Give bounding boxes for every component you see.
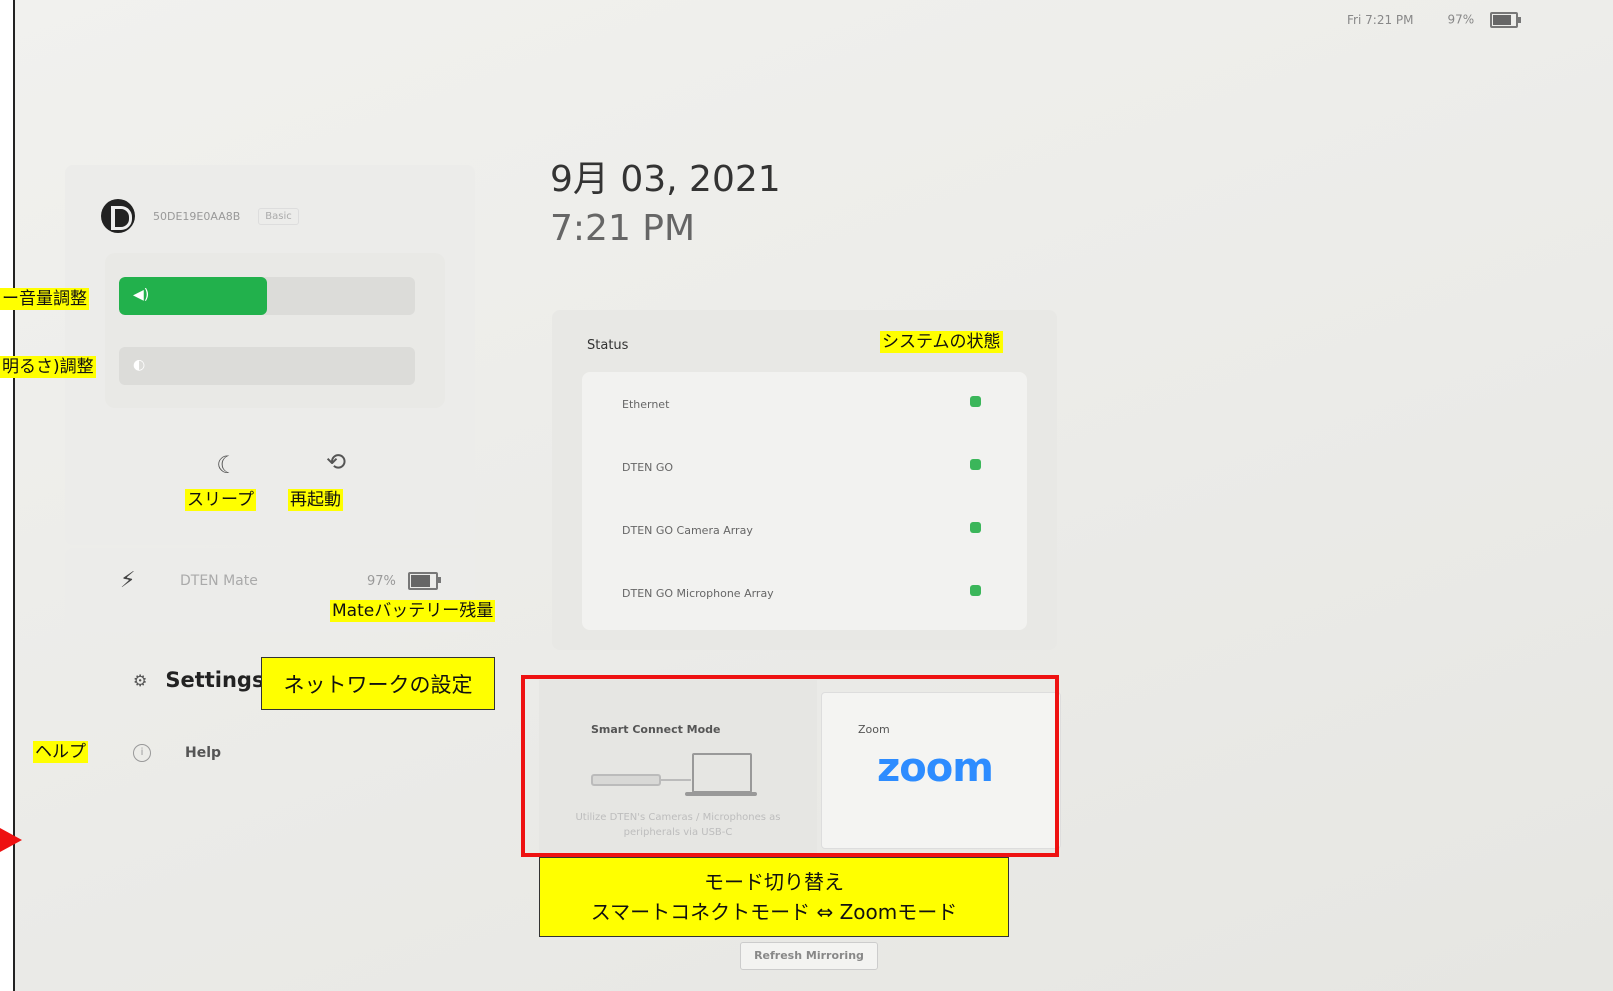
sleep-button[interactable]: ☾ bbox=[202, 440, 252, 490]
settings-label: Settings bbox=[165, 668, 265, 692]
status-indicator-dot bbox=[970, 396, 981, 407]
help-menu-item[interactable]: i Help bbox=[133, 744, 221, 762]
annotation-mode-switch: モード切り替え スマートコネクトモード ⇔ Zoomモード bbox=[539, 857, 1009, 937]
mate-name: DTEN Mate bbox=[180, 573, 258, 589]
mode-highlight-box bbox=[521, 675, 1059, 857]
status-indicator-dot bbox=[970, 459, 981, 470]
device-info: 50DE19E0AA8B Basic bbox=[101, 199, 299, 233]
annotation-help: ヘルプ bbox=[33, 741, 88, 763]
slider-group: ◀) ◐ bbox=[105, 253, 445, 408]
brightness-slider[interactable]: ◐ bbox=[119, 347, 415, 385]
status-indicator-dot bbox=[970, 522, 981, 533]
annotation-volume: ー音量調整 bbox=[0, 288, 89, 310]
volume-slider[interactable]: ◀) bbox=[119, 277, 415, 315]
battery-icon bbox=[1490, 12, 1521, 28]
settings-menu-item[interactable]: ⚙ Settings bbox=[133, 668, 264, 692]
status-panel: Status Ethernet DTEN GO DTEN GO Camera A… bbox=[552, 310, 1057, 650]
annotation-brightness: 明るさ)調整 bbox=[0, 356, 96, 378]
status-item-label: DTEN GO bbox=[622, 461, 674, 474]
refresh-mirroring-button[interactable]: Refresh Mirroring bbox=[740, 942, 878, 970]
dten-logo-icon bbox=[101, 199, 135, 233]
mate-battery-icon bbox=[407, 572, 441, 590]
annotation-mate-battery: Mateバッテリー残量 bbox=[330, 600, 496, 622]
device-tag: Basic bbox=[258, 207, 299, 225]
mate-battery: 97% bbox=[367, 572, 441, 590]
red-arrow-icon bbox=[0, 828, 22, 852]
info-icon: i bbox=[133, 744, 151, 762]
clock: Fri 7:21 PM bbox=[1347, 13, 1414, 27]
time-display: 7:21 PM bbox=[550, 208, 696, 249]
status-list: Ethernet DTEN GO DTEN GO Camera Array DT… bbox=[582, 372, 1027, 630]
control-panel: 50DE19E0AA8B Basic ◀) ◐ ☾ ⟲ bbox=[65, 165, 475, 545]
restart-button[interactable]: ⟲ bbox=[311, 437, 361, 487]
status-indicator-dot bbox=[970, 585, 981, 596]
battery-indicator: 97% bbox=[1447, 12, 1521, 28]
top-status-bar: Fri 7:21 PM 97% bbox=[1347, 12, 1521, 28]
device-id: 50DE19E0AA8B bbox=[153, 209, 241, 223]
annotation-restart: 再起動 bbox=[288, 489, 343, 511]
help-label: Help bbox=[185, 745, 222, 761]
mate-battery-percent: 97% bbox=[367, 573, 396, 589]
annotation-mode-switch-line2: スマートコネクトモード ⇔ Zoomモード bbox=[590, 900, 958, 924]
lightning-icon: ⚡ bbox=[120, 568, 136, 593]
brightness-icon: ◐ bbox=[133, 357, 146, 373]
status-item-label: Ethernet bbox=[622, 398, 670, 411]
moon-icon: ☾ bbox=[216, 451, 238, 479]
status-item-label: DTEN GO Camera Array bbox=[622, 524, 753, 537]
annotation-system-status: システムの状態 bbox=[880, 331, 1003, 353]
speaker-icon: ◀) bbox=[133, 287, 150, 303]
annotation-mode-switch-line1: モード切り替え bbox=[704, 870, 844, 894]
gear-icon: ⚙ bbox=[133, 670, 148, 690]
battery-percent: 97% bbox=[1447, 12, 1475, 27]
annotation-sleep: スリープ bbox=[185, 489, 256, 511]
annotation-network-settings-text: ネットワークの設定 bbox=[283, 672, 473, 697]
date-display: 9月 03, 2021 bbox=[550, 159, 781, 200]
status-title: Status bbox=[587, 338, 629, 353]
restart-icon: ⟲ bbox=[325, 448, 347, 476]
annotation-network-settings: ネットワークの設定 bbox=[261, 657, 495, 710]
status-item-label: DTEN GO Microphone Array bbox=[622, 587, 774, 600]
